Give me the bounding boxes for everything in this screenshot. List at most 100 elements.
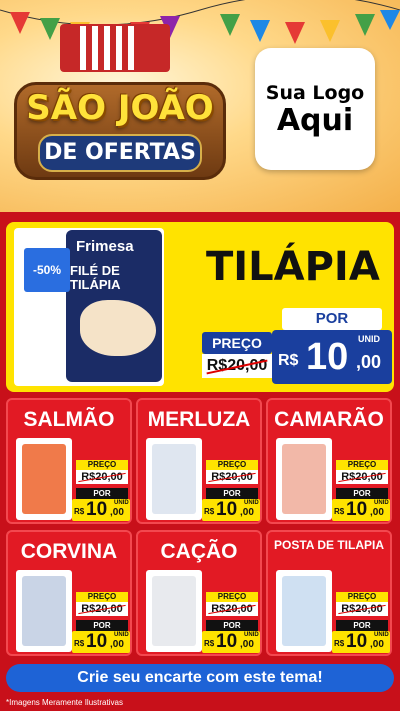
- package-name: FILÉ DE TILÁPIA: [70, 263, 121, 293]
- old-price-label: PREÇO: [206, 592, 258, 602]
- package-brand: Frimesa: [76, 238, 134, 255]
- footnote: *Imagens Meramente Ilustrativas: [6, 698, 123, 707]
- price-decimals: ,00: [370, 507, 384, 518]
- product-name: POSTA DE TILAPIA: [273, 538, 384, 552]
- cta-button[interactable]: Crie seu encarte com este tema!: [6, 664, 394, 692]
- price-currency: R$: [204, 507, 215, 516]
- accordion-icon: [60, 24, 170, 72]
- new-price-label: POR: [206, 620, 258, 631]
- product-image: [276, 570, 332, 652]
- price-integer: 10: [216, 499, 238, 520]
- new-price-block: R$ 10,00 UNID: [72, 631, 130, 653]
- price-currency: R$: [334, 639, 345, 648]
- old-price-block: PREÇOR$20,00: [76, 460, 128, 488]
- price-decimals: ,00: [110, 639, 124, 650]
- price-integer: 10: [306, 336, 349, 378]
- product-name: MERLUZA: [147, 408, 251, 431]
- price-currency: R$: [204, 639, 215, 648]
- old-price-value: R$20,00: [206, 470, 258, 484]
- product-image: [276, 438, 332, 520]
- price-decimals: ,00: [240, 639, 254, 650]
- product-image: [16, 438, 72, 520]
- product-name: SALMÃO: [23, 408, 115, 431]
- logo-text-line2: Aqui: [276, 102, 354, 138]
- old-price-label: PREÇO: [336, 592, 388, 602]
- old-price-block: PREÇOR$20,00: [336, 460, 388, 488]
- product-package: Frimesa FILÉ DE TILÁPIA: [66, 230, 162, 382]
- featured-product-card[interactable]: Frimesa FILÉ DE TILÁPIA -50% TILÁPIA PRE…: [6, 222, 394, 392]
- old-price-label: PREÇO: [76, 592, 128, 602]
- price-unit: UNID: [374, 632, 389, 638]
- old-price-label: PREÇO: [206, 460, 258, 470]
- old-price-value: R$20,00: [336, 470, 388, 484]
- title-block: SÃO JOÃO DE OFERTAS: [14, 72, 226, 182]
- price-currency: R$: [74, 507, 85, 516]
- logo-text-line1: Sua Logo: [265, 81, 365, 104]
- product-package: [22, 444, 66, 514]
- price-unit: UNID: [114, 632, 129, 638]
- new-price-label: POR: [336, 620, 388, 631]
- product-package: [152, 576, 196, 646]
- discount-badge: -50%: [24, 248, 70, 292]
- product-name: CAMARÃO: [274, 408, 384, 431]
- old-price-value: R$20,00: [76, 470, 128, 484]
- price-unit: UNID: [114, 500, 129, 506]
- new-price-label: POR: [282, 308, 382, 330]
- product-image: [146, 570, 202, 652]
- old-price-value: R$20,00: [202, 354, 272, 378]
- old-price-block: PREÇOR$20,00: [336, 592, 388, 620]
- price-decimals: ,00: [370, 639, 384, 650]
- price-integer: 10: [346, 499, 368, 520]
- product-card[interactable]: MERLUZAPREÇOR$20,00PORR$10,00UNID: [136, 398, 262, 524]
- product-package: [22, 576, 66, 646]
- price-currency: R$: [334, 507, 345, 516]
- old-price-block: PREÇOR$20,00: [206, 460, 258, 488]
- old-price-label: PREÇO: [336, 460, 388, 470]
- new-price-label: POR: [206, 488, 258, 499]
- product-card[interactable]: CORVINAPREÇOR$20,00PORR$10,00UNID: [6, 530, 132, 656]
- new-price-label: POR: [336, 488, 388, 499]
- product-card[interactable]: CAMARÃOPREÇOR$20,00PORR$10,00UNID: [266, 398, 392, 524]
- featured-product-title: TILÁPIA: [206, 244, 380, 290]
- price-currency: R$: [74, 639, 85, 648]
- product-card[interactable]: POSTA DE TILAPIAPREÇOR$20,00PORR$10,00UN…: [266, 530, 392, 656]
- product-name: CAÇÃO: [160, 540, 238, 563]
- new-price-block: R$ 10,00 UNID: [332, 499, 390, 521]
- price-integer: 10: [346, 631, 368, 652]
- product-image: [16, 570, 72, 652]
- product-package: [282, 444, 326, 514]
- price-decimals: ,00: [110, 507, 124, 518]
- old-price-label: PREÇO: [202, 332, 272, 354]
- price-integer: 10: [216, 631, 238, 652]
- product-card[interactable]: CAÇÃOPREÇOR$20,00PORR$10,00UNID: [136, 530, 262, 656]
- page-title: SÃO JOÃO: [26, 88, 214, 128]
- new-price-block: R$ 10,00 UNID: [202, 499, 260, 521]
- price-currency: R$: [278, 352, 299, 369]
- old-price-block: PREÇOR$20,00: [76, 592, 128, 620]
- product-name: CORVINA: [20, 540, 118, 563]
- featured-product-image: Frimesa FILÉ DE TILÁPIA -50%: [14, 228, 164, 386]
- page-subtitle: DE OFERTAS: [38, 134, 202, 172]
- price-unit: UNID: [358, 334, 380, 344]
- old-price-value: R$20,00: [206, 602, 258, 616]
- product-image: [146, 438, 202, 520]
- new-price-label: POR: [76, 620, 128, 631]
- old-price-block: PREÇOR$20,00: [206, 592, 258, 620]
- old-price-value: R$20,00: [76, 602, 128, 616]
- old-price-block: PREÇO R$20,00: [202, 332, 272, 380]
- product-card[interactable]: SALMÃOPREÇOR$20,00PORR$10,00UNID: [6, 398, 132, 524]
- product-package: [282, 576, 326, 646]
- new-price-block: R$ 10,00 UNID: [332, 631, 390, 653]
- new-price-block: R$ 10 ,00 UNID: [272, 330, 392, 384]
- price-unit: UNID: [244, 500, 259, 506]
- price-integer: 10: [86, 631, 108, 652]
- fish-fillet-icon: [80, 300, 156, 356]
- price-unit: UNID: [244, 632, 259, 638]
- price-unit: UNID: [374, 500, 389, 506]
- price-integer: 10: [86, 499, 108, 520]
- new-price-block: R$ 10,00 UNID: [202, 631, 260, 653]
- price-decimals: ,00: [240, 507, 254, 518]
- price-decimals: ,00: [356, 352, 382, 372]
- header-banner: SÃO JOÃO DE OFERTAS Sua Logo Aqui: [0, 0, 400, 212]
- logo-placeholder[interactable]: Sua Logo Aqui: [255, 48, 375, 170]
